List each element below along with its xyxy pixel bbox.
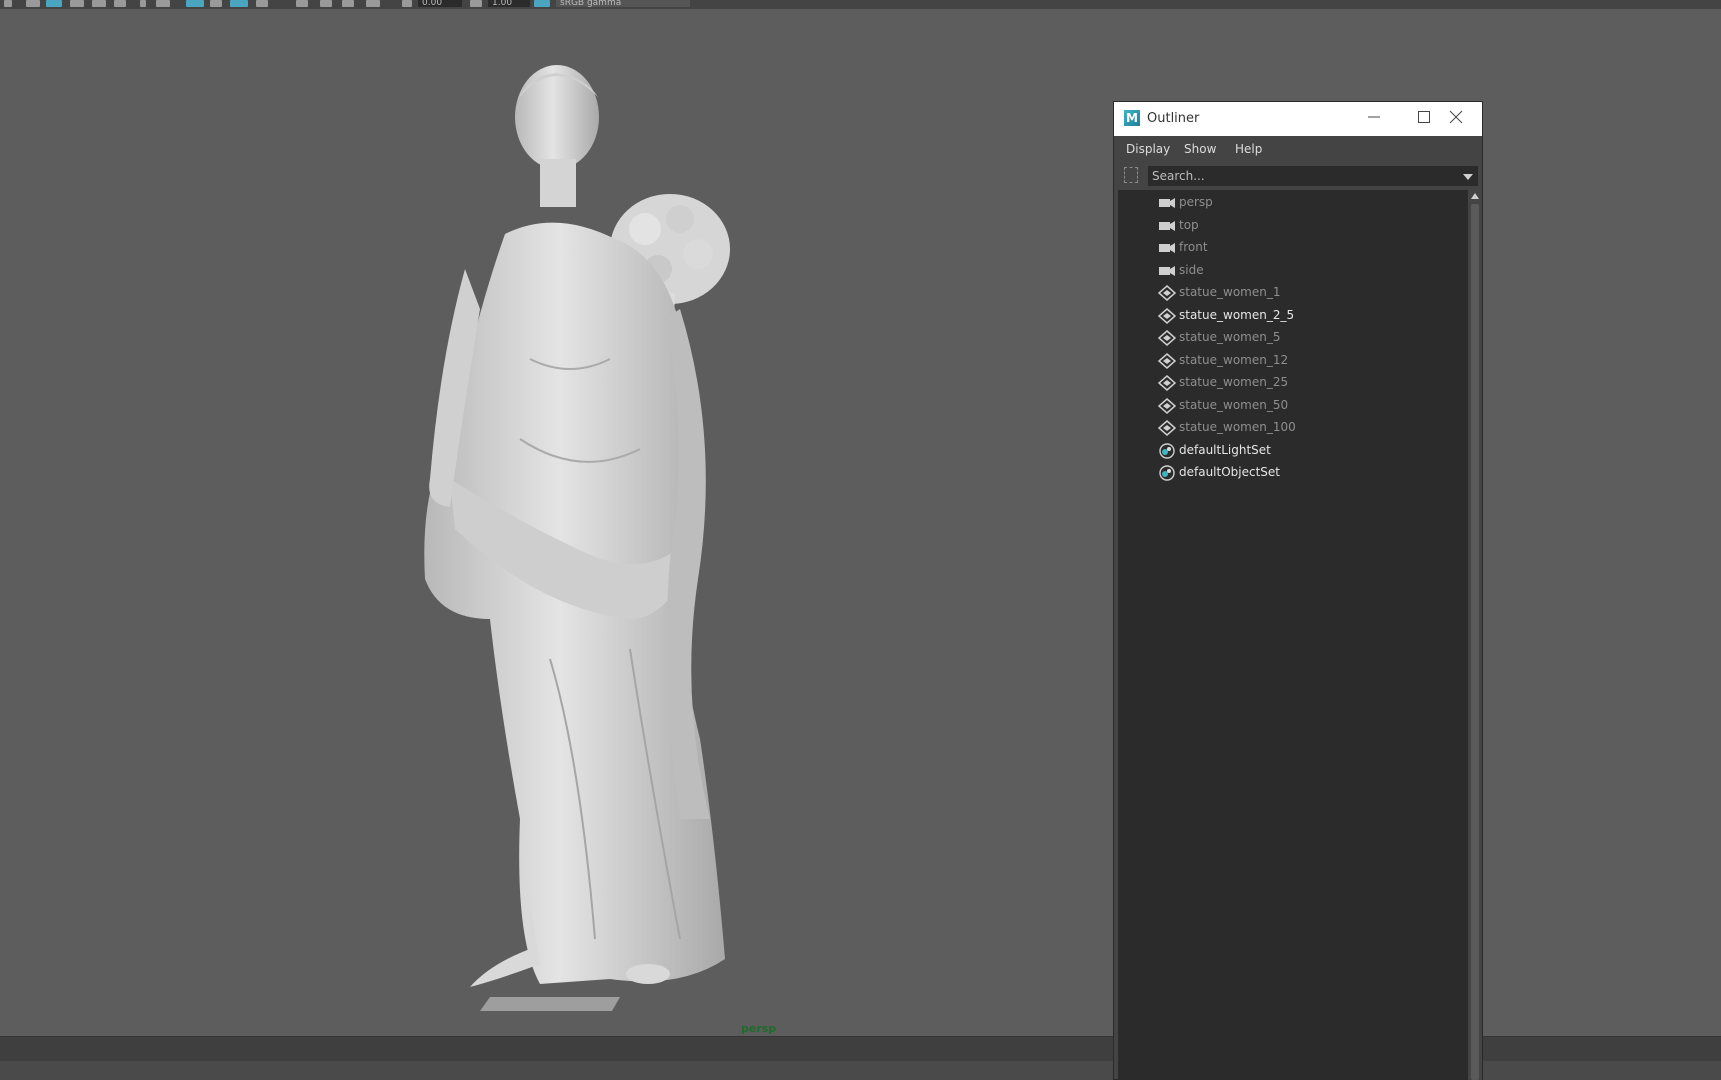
scroll-up-icon[interactable] <box>1471 193 1479 199</box>
outliner-item[interactable]: side <box>1118 260 1468 282</box>
statue-model[interactable] <box>380 59 780 1019</box>
outliner-item[interactable]: statue_women_25 <box>1118 372 1468 394</box>
tool-icon[interactable] <box>92 0 106 7</box>
camera-icon <box>1159 265 1175 276</box>
search-row <box>1114 162 1482 188</box>
scroll-thumb[interactable] <box>1471 204 1479 1080</box>
camera-icon <box>1159 243 1175 253</box>
set-icon <box>1159 465 1175 481</box>
tool-icon[interactable] <box>342 0 354 7</box>
outliner-window: M Outliner Display Show Help persp top fro… <box>1113 101 1483 1080</box>
tool-icon[interactable] <box>140 0 146 7</box>
outliner-item[interactable]: front <box>1118 237 1468 259</box>
scrollbar[interactable] <box>1468 190 1482 1080</box>
mesh-transform-icon <box>1158 375 1176 391</box>
outliner-item[interactable]: statue_women_100 <box>1118 417 1468 439</box>
outliner-item[interactable]: statue_women_12 <box>1118 350 1468 372</box>
outliner-item-label: statue_women_2_5 <box>1179 307 1295 322</box>
outliner-item-label: statue_women_1 <box>1179 285 1281 299</box>
outliner-item-label: side <box>1179 262 1204 277</box>
maya-logo-icon: M <box>1124 110 1140 126</box>
gamma-field[interactable]: 1.00 <box>488 0 530 8</box>
camera-icon <box>1159 220 1175 231</box>
maximize-icon <box>1418 111 1430 123</box>
outliner-item[interactable]: top <box>1118 215 1468 237</box>
outliner-item[interactable]: persp <box>1118 192 1468 214</box>
search-input[interactable] <box>1148 166 1478 186</box>
outliner-list: persp top front side statue_women_1 statue_wo… <box>1118 190 1468 1080</box>
minimize-button[interactable] <box>1354 106 1394 132</box>
menu-display[interactable]: Display <box>1126 142 1170 156</box>
tool-icon[interactable] <box>70 0 84 7</box>
tool-icon[interactable] <box>26 0 40 7</box>
outliner-item-label: statue_women_5 <box>1179 330 1281 344</box>
tool-icon[interactable] <box>114 0 126 7</box>
outliner-item-label: front <box>1179 240 1208 254</box>
tool-icon[interactable] <box>4 0 12 7</box>
camera-label: persp <box>741 1022 777 1035</box>
color-management-icon[interactable] <box>534 0 550 7</box>
outliner-item-label: persp <box>1179 195 1213 209</box>
camera-icon <box>1159 198 1175 208</box>
close-button[interactable] <box>1436 106 1476 132</box>
menu-show[interactable]: Show <box>1184 142 1216 156</box>
tool-icon[interactable] <box>210 0 222 7</box>
chevron-down-icon[interactable] <box>1463 174 1473 180</box>
outliner-item-label: defaultLightSet <box>1179 442 1271 457</box>
exposure-field[interactable]: 0.00 <box>418 0 462 8</box>
tool-icon[interactable] <box>156 0 170 7</box>
mesh-transform-icon <box>1158 352 1176 369</box>
outliner-item-label: statue_women_50 <box>1179 397 1289 412</box>
info-icon[interactable] <box>402 0 412 7</box>
menu-bar: Display Show Help <box>1114 136 1482 162</box>
tool-icon[interactable] <box>186 0 204 7</box>
window-titlebar[interactable]: M Outliner <box>1114 102 1482 136</box>
tool-icon[interactable] <box>230 0 248 7</box>
colorspace-dropdown[interactable]: sRGB gamma <box>556 0 690 8</box>
outliner-item[interactable]: statue_women_50 <box>1118 395 1468 417</box>
outliner-item[interactable]: statue_women_5 <box>1118 327 1468 349</box>
outliner-item[interactable]: statue_women_2_5 <box>1118 305 1468 327</box>
set-icon <box>1159 442 1175 459</box>
mesh-transform-icon <box>1158 307 1176 324</box>
mesh-transform-icon <box>1158 420 1176 436</box>
tool-icon[interactable] <box>366 0 380 7</box>
outliner-item-label: statue_women_100 <box>1179 420 1296 434</box>
tool-icon[interactable] <box>256 0 268 7</box>
outliner-item-label: statue_women_12 <box>1179 352 1289 367</box>
menu-help[interactable]: Help <box>1235 142 1262 156</box>
tool-icon[interactable] <box>46 0 62 7</box>
outliner-item-label: defaultObjectSet <box>1179 465 1281 479</box>
outliner-item[interactable]: defaultLightSet <box>1118 440 1468 462</box>
mesh-transform-icon <box>1158 285 1176 301</box>
mesh-transform-icon <box>1158 330 1176 346</box>
tool-icon[interactable] <box>470 0 482 7</box>
tool-icon[interactable] <box>296 0 308 7</box>
outliner-item[interactable]: defaultObjectSet <box>1118 462 1468 484</box>
status-toolbar: 0.00 1.00 sRGB gamma <box>0 0 1721 9</box>
outliner-item-label: top <box>1179 217 1199 232</box>
tool-icon[interactable] <box>320 0 332 7</box>
close-icon <box>1449 110 1463 124</box>
minimize-icon <box>1368 116 1380 118</box>
filter-icon[interactable] <box>1124 167 1138 183</box>
window-title: Outliner <box>1147 111 1200 126</box>
outliner-item[interactable]: statue_women_1 <box>1118 282 1468 304</box>
mesh-transform-icon <box>1158 397 1176 414</box>
outliner-item-label: statue_women_25 <box>1179 375 1289 389</box>
